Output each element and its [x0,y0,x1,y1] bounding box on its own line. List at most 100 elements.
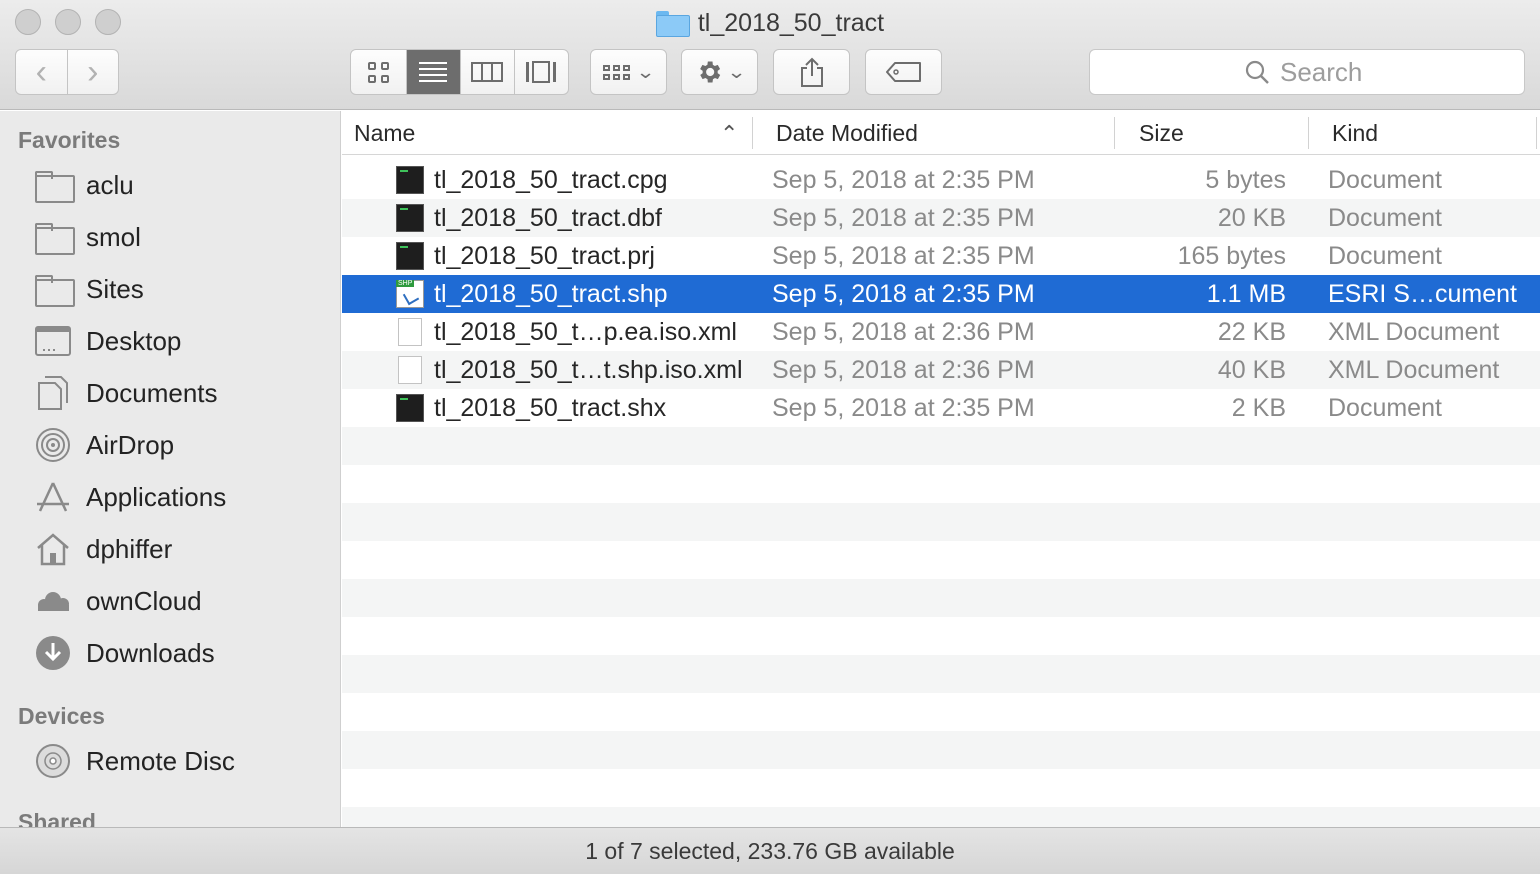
sidebar-item-label: ownCloud [86,585,202,616]
cloud-icon [38,592,69,611]
sidebar-item-smol[interactable]: smol [34,215,141,259]
empty-row [342,693,1540,731]
icon-view-button[interactable] [352,50,406,94]
column-view-button[interactable] [459,50,514,94]
share-icon [800,57,823,87]
chevron-down-icon: ⌄ [726,61,747,82]
devices-header: Devices [18,703,105,729]
column-header-row: Name ⌃ Date Modified Size Kind [342,111,1540,155]
window-toolbar: tl_2018_50_tract ‹ › ⌄ ⌄ [0,0,1540,110]
sidebar-item-label: dphiffer [86,533,173,564]
folder-icon [655,11,690,37]
column-header-size[interactable]: Size [1139,111,1309,155]
file-row[interactable]: tl_2018_50_t…t.shp.iso.xml Sep 5, 2018 a… [342,351,1540,389]
terminal-doc-icon [396,166,424,194]
arrange-button[interactable]: ⌄ [590,49,667,95]
tags-button[interactable] [865,49,942,95]
file-rows: tl_2018_50_tract.cpg Sep 5, 2018 at 2:35… [342,161,1540,827]
chevron-left-icon: ‹ [35,53,47,91]
action-button[interactable]: ⌄ [681,49,758,95]
file-list: Name ⌃ Date Modified Size Kind tl_2018_5… [342,111,1540,827]
empty-row [342,465,1540,503]
sidebar-item-label: Remote Disc [86,745,235,776]
disc-icon [36,744,70,778]
columns-icon [471,62,503,82]
window-title-bar: tl_2018_50_tract [0,6,1540,40]
search-field[interactable] [1089,49,1525,95]
desktop-icon [35,326,71,356]
empty-row [342,503,1540,541]
empty-row [342,655,1540,693]
cover-flow-button[interactable] [513,50,568,94]
folder-icon [35,275,75,307]
empty-row [342,731,1540,769]
column-header-date[interactable]: Date Modified [776,111,1114,155]
gear-icon [700,61,721,83]
terminal-doc-icon [396,204,424,232]
favorites-header: Favorites [18,127,121,153]
sidebar-item-airdrop[interactable]: AirDrop [34,423,174,467]
file-row[interactable]: tl_2018_50_t…p.ea.iso.xml Sep 5, 2018 at… [342,313,1540,351]
terminal-doc-icon [396,394,424,422]
share-button[interactable] [773,49,850,95]
sidebar-item-label: Sites [86,273,144,304]
downloads-icon [36,636,70,670]
list-view-button[interactable] [405,50,460,94]
forward-button[interactable]: › [66,50,119,94]
sidebar-item-label: AirDrop [86,429,175,460]
status-text: 1 of 7 selected, 233.76 GB available [585,837,955,864]
navigation-buttons: ‹ › [15,49,119,95]
empty-row [342,769,1540,807]
sidebar-item-downloads[interactable]: Downloads [34,631,215,675]
empty-row [342,427,1540,465]
file-row[interactable]: tl_2018_50_tract.prj Sep 5, 2018 at 2:35… [342,237,1540,275]
sidebar-item-label: Downloads [86,637,215,668]
file-row-selected[interactable]: tl_2018_50_tract.shp Sep 5, 2018 at 2:35… [342,275,1540,313]
list-icon [419,62,447,82]
sidebar-item-label: smol [86,221,141,252]
folder-icon [35,223,75,255]
terminal-doc-icon [396,242,424,270]
column-header-name[interactable]: Name [354,111,752,155]
empty-row [342,579,1540,617]
sidebar: Favorites aclu smol Sites Desktop Docume… [0,111,341,827]
sidebar-item-applications[interactable]: Applications [34,475,226,519]
file-row[interactable]: tl_2018_50_tract.dbf Sep 5, 2018 at 2:35… [342,199,1540,237]
icon-grid-icon [368,61,389,83]
sort-ascending-icon: ⌃ [720,121,739,146]
documents-icon [38,376,68,410]
status-bar: 1 of 7 selected, 233.76 GB available [0,827,1540,874]
shared-header: Shared [18,809,96,827]
empty-row [342,541,1540,579]
blank-doc-icon [398,318,422,346]
view-mode-buttons [350,49,569,95]
arrange-grid-icon [603,64,631,80]
sidebar-item-label: Applications [86,481,227,512]
search-icon [1245,60,1269,84]
window-title: tl_2018_50_tract [697,8,885,37]
sidebar-item-label: Documents [86,377,218,408]
cover-flow-icon [526,61,556,83]
sidebar-item-label: Desktop [86,325,182,356]
sidebar-item-desktop[interactable]: Desktop [34,319,181,363]
sidebar-item-documents[interactable]: Documents [34,371,218,415]
sidebar-item-owncloud[interactable]: ownCloud [34,579,202,623]
shp-doc-icon [396,280,424,308]
sidebar-item-dphiffer[interactable]: dphiffer [34,527,172,571]
search-input[interactable] [1280,56,1370,88]
chevron-right-icon: › [87,53,99,91]
empty-row [342,807,1540,827]
sidebar-item-remote-disc[interactable]: Remote Disc [34,739,235,783]
file-row[interactable]: tl_2018_50_tract.shx Sep 5, 2018 at 2:35… [342,389,1540,427]
sidebar-item-sites[interactable]: Sites [34,267,144,311]
chevron-down-icon: ⌄ [636,61,656,82]
column-header-kind[interactable]: Kind [1332,111,1532,155]
airdrop-icon [36,428,70,462]
back-button[interactable]: ‹ [16,50,67,94]
folder-icon [35,171,75,203]
sidebar-item-aclu[interactable]: aclu [34,163,134,207]
sidebar-item-label: aclu [86,169,134,200]
blank-doc-icon [398,356,422,384]
tag-icon [885,62,921,82]
file-row[interactable]: tl_2018_50_tract.cpg Sep 5, 2018 at 2:35… [342,161,1540,199]
